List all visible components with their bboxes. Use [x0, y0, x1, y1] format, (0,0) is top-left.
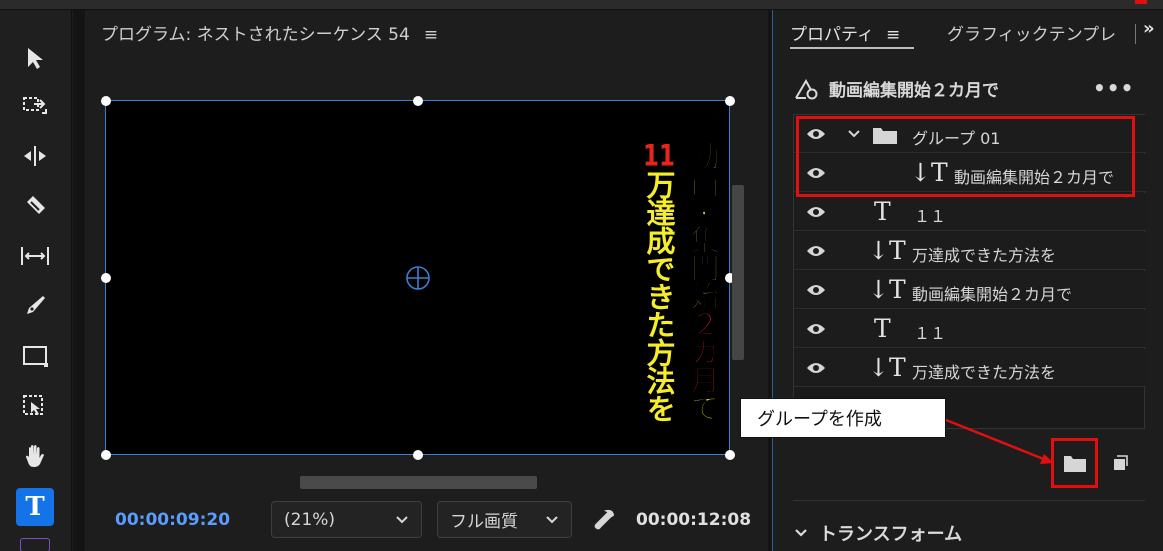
ripple-edit-tool-icon[interactable] — [17, 138, 53, 174]
transform-handle[interactable] — [101, 96, 111, 106]
group-highlight-box — [796, 116, 1135, 197]
layer-row[interactable]: ↓T 万達成できた方法を — [794, 232, 1146, 270]
caption-line-1: 動画編集開始２カ月で — [682, 141, 724, 422]
transform-handle[interactable] — [725, 96, 735, 106]
layer-row[interactable]: ↓T 動画編集開始２カ月で — [794, 271, 1146, 309]
zoom-level-select[interactable]: (21%) — [271, 501, 422, 538]
properties-header: 動画編集開始２カ月で — [793, 76, 999, 101]
caption-line-1-highlight: ２カ月 — [686, 309, 721, 394]
layer-row[interactable]: T １１ — [794, 310, 1146, 348]
tab-properties[interactable]: プロパティ ≡ — [790, 20, 900, 45]
caption-line-2-number: 11 — [643, 141, 675, 170]
playback-resolution-select[interactable]: フル画質 — [437, 501, 572, 538]
text-icon: T — [874, 314, 891, 343]
more-options-icon[interactable]: ••• — [1093, 76, 1134, 100]
tab-essential-graphics[interactable]: グラフィックテンプレ — [947, 20, 1135, 45]
layer-label: 動画編集開始２カ月で — [912, 285, 1073, 304]
layer-row[interactable]: T １１ — [794, 193, 1146, 231]
tab-menu-icon[interactable]: ≡ — [886, 25, 900, 45]
wrench-icon[interactable] — [592, 508, 616, 532]
text-icon: T — [874, 197, 891, 226]
type-tool-icon[interactable]: T — [16, 488, 54, 526]
eye-icon[interactable] — [806, 204, 826, 220]
top-bar — [0, 0, 1163, 10]
layer-label: 万達成できた方法を — [912, 246, 1057, 265]
panel-gutter — [73, 10, 85, 551]
transform-section-header[interactable]: トランスフォーム — [793, 520, 962, 546]
duration-timecode: 00:00:12:08 — [636, 510, 752, 530]
hand-tool-icon[interactable] — [17, 438, 53, 474]
vertical-scrollbar[interactable] — [732, 185, 744, 360]
slip-tool-icon[interactable] — [17, 238, 53, 274]
more-tools-icon[interactable] — [20, 538, 50, 551]
vertical-text-icon: ↓T — [868, 275, 906, 304]
program-title-text: プログラム: ネストされたシーケンス 54 — [101, 25, 410, 45]
pen-tool-icon[interactable] — [17, 288, 53, 324]
eye-icon[interactable] — [806, 282, 826, 298]
window-indicator — [1135, 0, 1147, 4]
layer-row[interactable]: ↓T 万達成できた方法を — [794, 349, 1146, 387]
video-preview[interactable]: 動画編集開始２カ月で 11万達成できた方法を — [101, 96, 735, 460]
graphic-shape-icon — [795, 78, 818, 99]
chevron-down-icon — [795, 529, 807, 537]
rectangle-tool-icon[interactable] — [17, 338, 53, 374]
chevron-down-icon — [546, 515, 558, 523]
track-select-tool-icon[interactable] — [17, 88, 53, 124]
caption-line-1-part: 動画編集開始 — [686, 141, 721, 310]
vertical-text-icon: ↓T — [868, 236, 906, 265]
frame-tool-icon[interactable] — [17, 388, 53, 424]
horizontal-scrollbar[interactable] — [300, 476, 537, 489]
properties-title: 動画編集開始２カ月で — [829, 81, 999, 101]
panel-tabs: プロパティ ≡ グラフィックテンプレ » — [773, 10, 1163, 52]
create-group-highlight-box — [1051, 438, 1098, 488]
zoom-level-value: (21%) — [284, 509, 336, 530]
new-layer-icon[interactable] — [1112, 455, 1128, 471]
callout-text: グループを作成 — [757, 409, 882, 430]
layer-label: １１ — [914, 207, 947, 226]
tab-divider — [1135, 24, 1136, 44]
transform-handle[interactable] — [725, 450, 735, 460]
layer-label: 万達成できた方法を — [912, 363, 1057, 382]
playhead-timecode[interactable]: 00:00:09:20 — [115, 510, 230, 530]
transform-handle[interactable] — [101, 273, 111, 283]
vertical-text-icon: ↓T — [868, 353, 906, 382]
transform-section-label: トランスフォーム — [819, 524, 963, 545]
playback-resolution-value: フル画質 — [450, 512, 518, 532]
section-divider — [793, 500, 1145, 501]
transform-handle[interactable] — [413, 96, 423, 106]
anchor-point-icon[interactable] — [405, 265, 431, 291]
properties-panel: プロパティ ≡ グラフィックテンプレ » 動画編集開始２カ月で ••• グループ … — [772, 10, 1163, 551]
transform-handle[interactable] — [101, 450, 111, 460]
caption-line-1-end: で — [686, 393, 721, 422]
active-tab-indicator — [790, 47, 914, 49]
type-tool-glyph: T — [25, 492, 45, 522]
more-tabs-icon[interactable]: » — [1143, 18, 1155, 39]
caption-line-2: 11万達成できた方法を — [638, 141, 680, 422]
program-monitor-title: プログラム: ネストされたシーケンス 54 ≡ — [101, 20, 438, 45]
eye-icon[interactable] — [806, 321, 826, 337]
chevron-down-icon — [396, 515, 408, 523]
eye-icon[interactable] — [806, 243, 826, 259]
selection-tool-icon[interactable] — [17, 40, 53, 76]
transform-handle[interactable] — [413, 450, 423, 460]
tools-panel: T — [0, 10, 72, 551]
layer-label: １１ — [914, 324, 947, 343]
program-monitor: プログラム: ネストされたシーケンス 54 ≡ 動画編集開始２カ月で 11万達成で… — [85, 10, 768, 551]
eye-icon[interactable] — [806, 360, 826, 376]
annotation-callout: グループを作成 — [740, 398, 946, 438]
tab-properties-label: プロパティ — [790, 25, 874, 45]
razor-tool-icon[interactable] — [17, 188, 53, 224]
program-menu-icon[interactable]: ≡ — [424, 25, 438, 45]
caption-line-2-text: 万達成できた方法を — [642, 170, 676, 422]
